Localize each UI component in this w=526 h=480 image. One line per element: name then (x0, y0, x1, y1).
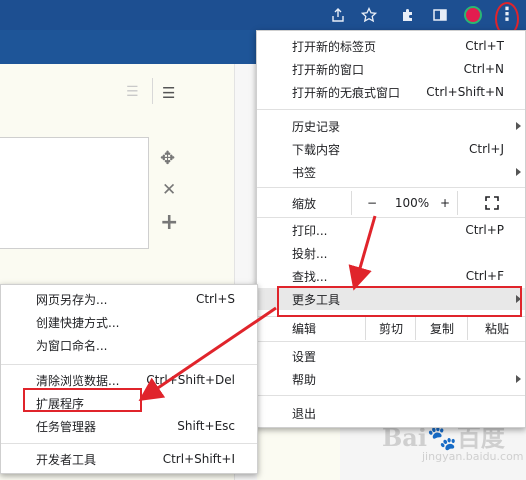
annotation-arrows (138, 215, 377, 402)
arrow-to-extensions (138, 306, 277, 402)
arrow-to-more-tools (348, 215, 377, 291)
